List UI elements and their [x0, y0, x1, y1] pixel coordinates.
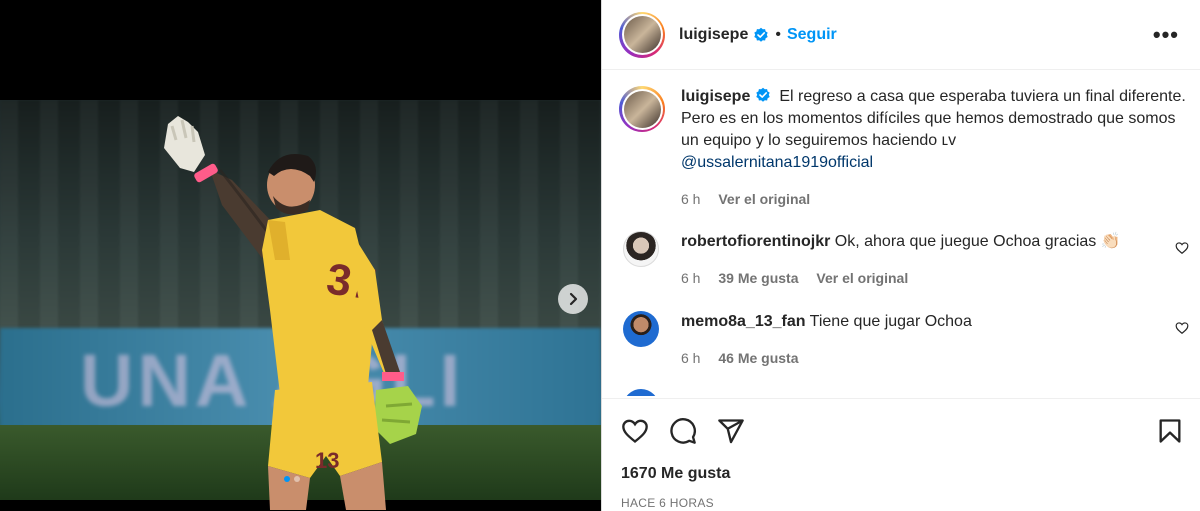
follow-button[interactable]: Seguir	[787, 26, 837, 44]
heart-icon[interactable]	[1175, 321, 1189, 335]
comment-text: Tiene que jugar Ochoa	[809, 313, 972, 330]
comment-likes[interactable]: 46 Me gusta	[718, 350, 798, 366]
caption-avatar[interactable]	[619, 86, 665, 132]
caption-mention[interactable]: @ussalernitana1919official	[681, 154, 873, 171]
commenter-avatar[interactable]	[623, 311, 659, 347]
commenter-username[interactable]: robertofiorentinojkr	[681, 233, 830, 250]
verified-icon	[756, 87, 771, 102]
like-count[interactable]: 1670 Me gusta	[621, 465, 730, 483]
next-comment-avatar[interactable]	[623, 389, 659, 396]
verified-icon	[754, 27, 769, 42]
post-header: luigisepe • Seguir •••	[602, 0, 1200, 70]
goalkeeper-figure: 37 13	[164, 116, 422, 510]
carousel-dot	[294, 476, 300, 482]
more-icon[interactable]: •••	[1153, 22, 1179, 48]
post-sidebar: luigisepe • Seguir ••• luigisepe El regre…	[601, 0, 1200, 511]
comment-text: Ok, ahora que juegue Ochoa gracias 👏🏻	[834, 233, 1121, 250]
heart-icon[interactable]	[1175, 241, 1189, 255]
carousel-next-button[interactable]	[558, 284, 588, 314]
chevron-right-icon	[569, 292, 578, 306]
carousel-indicator	[284, 476, 300, 482]
comment-icon[interactable]	[669, 417, 697, 445]
author-username[interactable]: luigisepe	[679, 26, 748, 44]
header-separator: •	[775, 25, 781, 43]
comment-item: memo8a_13_fan Tiene que jugar Ochoa 6 h …	[619, 311, 1189, 369]
commenter-avatar[interactable]	[623, 231, 659, 267]
heart-icon[interactable]	[621, 417, 649, 445]
post-timestamp[interactable]: HACE 6 HORAS	[621, 496, 714, 510]
comment-time[interactable]: 6 h	[681, 270, 700, 286]
bookmark-icon[interactable]	[1156, 417, 1184, 445]
comment-item: robertofiorentinojkr Ok, ahora que juegu…	[619, 231, 1189, 289]
caption-username[interactable]: luigisepe	[681, 88, 750, 105]
carousel-dot	[284, 476, 290, 482]
post-actions: 1670 Me gusta HACE 6 HORAS	[602, 398, 1200, 511]
jersey-number: 13	[315, 448, 339, 473]
see-original-link[interactable]: Ver el original	[718, 191, 810, 207]
caption-time[interactable]: 6 h	[681, 191, 700, 207]
see-original-link[interactable]: Ver el original	[816, 270, 908, 286]
author-avatar[interactable]	[619, 11, 665, 58]
comment-time[interactable]: 6 h	[681, 350, 700, 366]
commenter-username[interactable]: memo8a_13_fan	[681, 313, 806, 330]
post-media: UNA AGLI 37 13	[0, 0, 601, 511]
comments-section: luigisepe El regreso a casa que esperaba …	[602, 71, 1200, 396]
comment-likes[interactable]: 39 Me gusta	[718, 270, 798, 286]
share-icon[interactable]	[717, 417, 745, 445]
post-caption: luigisepe El regreso a casa que esperaba …	[619, 86, 1189, 210]
